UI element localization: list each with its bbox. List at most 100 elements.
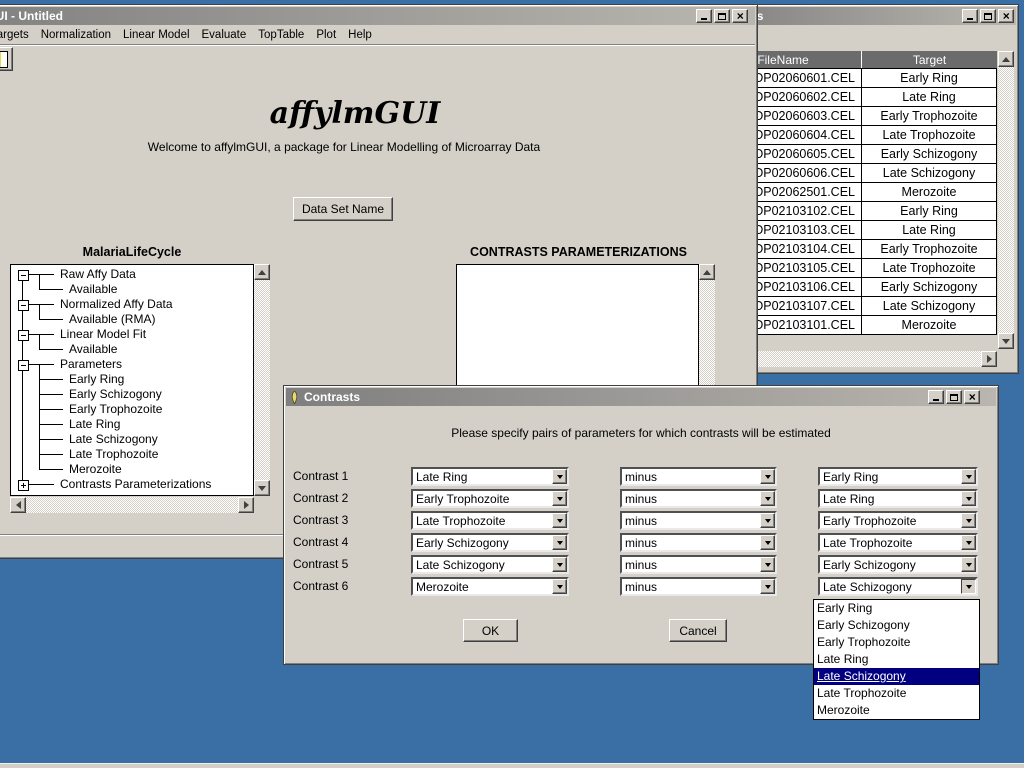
right-parameter-dropdown[interactable]: Late Ring xyxy=(818,489,978,508)
dropdown-arrow-button[interactable] xyxy=(552,557,567,572)
dropdown-arrow-button[interactable] xyxy=(961,579,976,594)
minimize-button[interactable] xyxy=(696,9,712,23)
dropdown-arrow-button[interactable] xyxy=(760,469,775,484)
dropdown-option-early-trophozoite[interactable]: Early Trophozoite xyxy=(814,634,979,651)
right-parameter-dropdown[interactable]: Early Schizogony xyxy=(818,555,978,574)
dropdown-arrow-button[interactable] xyxy=(961,535,976,550)
ok-button[interactable]: OK xyxy=(463,619,518,642)
tree-item-linear-model-fit[interactable]: Linear Model Fit xyxy=(60,327,146,342)
operator-dropdown[interactable]: minus xyxy=(620,555,777,574)
operator-dropdown[interactable]: minus xyxy=(620,489,777,508)
menu-item-linear-model[interactable]: Linear Model xyxy=(123,29,189,41)
dropdown-arrow-button[interactable] xyxy=(552,535,567,550)
maximize-button[interactable] xyxy=(980,9,996,23)
minimize-button[interactable] xyxy=(928,390,944,404)
new-file-toolbar-button[interactable] xyxy=(0,47,13,71)
dropdown-arrow-button[interactable] xyxy=(760,513,775,528)
expand-plus-box[interactable] xyxy=(18,480,29,491)
right-parameter-dropdown[interactable]: Late Schizogony xyxy=(818,577,978,596)
collapse-minus-box[interactable] xyxy=(18,330,29,341)
left-parameter-dropdown[interactable]: Merozoite xyxy=(411,577,569,596)
menu-item-evaluate[interactable]: Evaluate xyxy=(202,29,247,41)
tree-item-parameters[interactable]: Parameters xyxy=(60,357,122,372)
tree-item-merozoite[interactable]: Merozoite xyxy=(69,462,122,477)
maximize-button[interactable] xyxy=(946,390,962,404)
contrasts-parameterizations-list[interactable] xyxy=(456,264,699,404)
dropdown-arrow-button[interactable] xyxy=(552,579,567,594)
dropdown-option-late-schizogony[interactable]: Late Schizogony xyxy=(814,668,979,685)
right-parameter-dropdown[interactable]: Early Trophozoite xyxy=(818,511,978,530)
dropdown-arrow-button[interactable] xyxy=(552,513,567,528)
tree-item-late-trophozoite[interactable]: Late Trophozoite xyxy=(69,447,158,462)
left-parameter-dropdown[interactable]: Late Schizogony xyxy=(411,555,569,574)
left-parameter-dropdown[interactable]: Late Trophozoite xyxy=(411,511,569,530)
tree-item-available[interactable]: Available xyxy=(69,282,117,297)
targets-horizontal-scrollbar[interactable] xyxy=(721,351,981,367)
operator-dropdown[interactable]: minus xyxy=(620,577,777,596)
tree-item-available[interactable]: Available xyxy=(69,342,117,357)
left-parameter-dropdown[interactable]: Early Schizogony xyxy=(411,533,569,552)
left-parameter-dropdown[interactable]: Late Ring xyxy=(411,467,569,486)
maximize-button[interactable] xyxy=(714,9,730,23)
right-parameter-dropdown[interactable]: Early Ring xyxy=(818,467,978,486)
main-titlebar[interactable]: affylmGUI - Untitled × xyxy=(0,7,755,25)
right-parameter-dropdown[interactable]: Late Trophozoite xyxy=(818,533,978,552)
scroll-up-button[interactable] xyxy=(254,264,270,280)
contrasts-titlebar[interactable]: Contrasts × xyxy=(286,388,996,406)
scroll-up-button[interactable] xyxy=(998,51,1014,67)
dropdown-arrow-button[interactable] xyxy=(552,491,567,506)
tree-horizontal-scrollbar[interactable] xyxy=(26,497,238,513)
targets-vertical-scrollbar[interactable] xyxy=(998,67,1014,333)
dropdown-arrow-button[interactable] xyxy=(961,491,976,506)
dropdown-arrow-button[interactable] xyxy=(961,557,976,572)
data-set-name-button[interactable]: Data Set Name xyxy=(293,197,393,221)
minimize-button[interactable] xyxy=(962,9,978,23)
dropdown-arrow-button[interactable] xyxy=(760,557,775,572)
cancel-button[interactable]: Cancel xyxy=(669,619,727,642)
tree-item-late-schizogony[interactable]: Late Schizogony xyxy=(69,432,158,447)
tree-connector-line xyxy=(27,274,54,275)
tree-item-early-trophozoite[interactable]: Early Trophozoite xyxy=(69,402,162,417)
column-header-target[interactable]: Target xyxy=(862,51,997,69)
tree-vertical-scrollbar[interactable] xyxy=(254,280,270,480)
collapse-minus-box[interactable] xyxy=(18,270,29,281)
menu-item-help[interactable]: Help xyxy=(348,29,372,41)
scroll-down-button[interactable] xyxy=(254,480,270,496)
tree-item-early-schizogony[interactable]: Early Schizogony xyxy=(69,387,162,402)
menu-item-toptable[interactable]: TopTable xyxy=(258,29,304,41)
dropdown-arrow-button[interactable] xyxy=(760,491,775,506)
dropdown-arrow-button[interactable] xyxy=(760,579,775,594)
operator-dropdown[interactable]: minus xyxy=(620,533,777,552)
menu-item-targets[interactable]: Targets xyxy=(0,29,29,41)
tree-item-contrasts-parameterizations[interactable]: Contrasts Parameterizations xyxy=(60,477,211,492)
tree-item-available-rma-[interactable]: Available (RMA) xyxy=(69,312,155,327)
scroll-right-button[interactable] xyxy=(981,351,997,367)
operator-dropdown[interactable]: minus xyxy=(620,511,777,530)
dropdown-arrow-button[interactable] xyxy=(552,469,567,484)
scroll-down-button[interactable] xyxy=(998,333,1014,349)
close-button[interactable]: × xyxy=(964,390,980,404)
dropdown-option-early-ring[interactable]: Early Ring xyxy=(814,600,979,617)
scroll-left-button[interactable] xyxy=(10,497,26,513)
scroll-up-button[interactable] xyxy=(699,264,715,280)
dropdown-arrow-button[interactable] xyxy=(760,535,775,550)
dropdown-option-early-schizogony[interactable]: Early Schizogony xyxy=(814,617,979,634)
close-button[interactable]: × xyxy=(998,9,1014,23)
tree-item-late-ring[interactable]: Late Ring xyxy=(69,417,120,432)
close-button[interactable]: × xyxy=(732,9,748,23)
scroll-right-button[interactable] xyxy=(238,497,254,513)
operator-dropdown[interactable]: minus xyxy=(620,467,777,486)
dropdown-option-late-trophozoite[interactable]: Late Trophozoite xyxy=(814,685,979,702)
collapse-minus-box[interactable] xyxy=(18,360,29,371)
tree-item-early-ring[interactable]: Early Ring xyxy=(69,372,124,387)
menu-item-plot[interactable]: Plot xyxy=(316,29,336,41)
dropdown-arrow-button[interactable] xyxy=(961,513,976,528)
tree-item-raw-affy-data[interactable]: Raw Affy Data xyxy=(60,267,136,282)
dropdown-option-merozoite[interactable]: Merozoite xyxy=(814,702,979,719)
menu-item-normalization[interactable]: Normalization xyxy=(41,29,111,41)
collapse-minus-box[interactable] xyxy=(18,300,29,311)
left-parameter-dropdown[interactable]: Early Trophozoite xyxy=(411,489,569,508)
dropdown-option-late-ring[interactable]: Late Ring xyxy=(814,651,979,668)
tree-item-normalized-affy-data[interactable]: Normalized Affy Data xyxy=(60,297,173,312)
dropdown-arrow-button[interactable] xyxy=(961,469,976,484)
